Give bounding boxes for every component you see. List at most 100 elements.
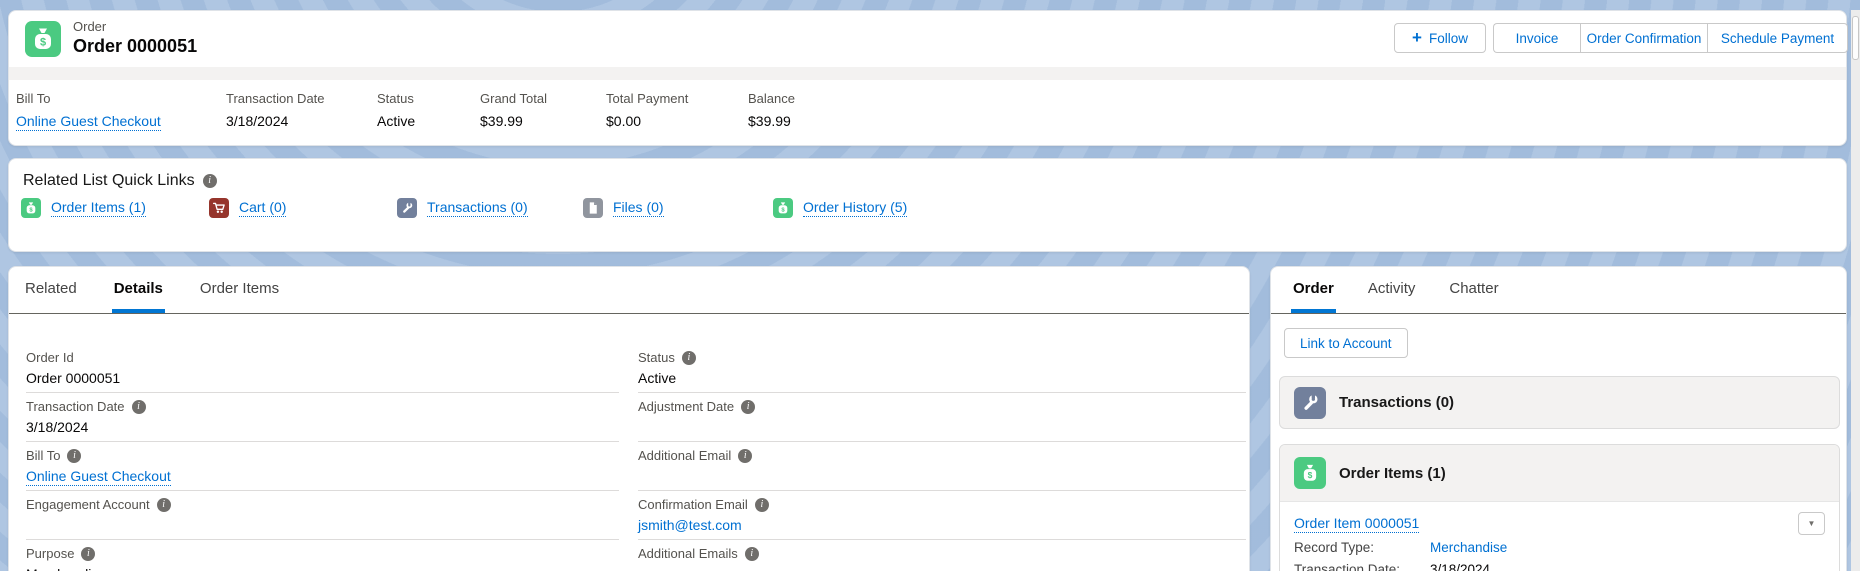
field-label: Purpose (26, 546, 74, 561)
field-value: Merchandise (26, 566, 619, 571)
order-header-card: $ Order Order 0000051 Follow Invoice Ord… (8, 10, 1847, 146)
field-engagement-account: Engagement Account (26, 491, 619, 540)
transactions-card-title: Transactions (0) (1339, 394, 1454, 411)
order-items-icon: $ (1294, 457, 1326, 489)
row-label: Transaction Date: (1294, 562, 1430, 571)
order-items-link[interactable]: Order Items (1) (51, 199, 146, 217)
sidebar-card: Order Activity Chatter Link to Account T… (1270, 266, 1847, 571)
highlight-bill-to: Bill To Online Guest Checkout (16, 91, 161, 129)
info-icon[interactable] (203, 174, 217, 188)
order-record-page: { "colors": { "accent_blue": "#0176d3", … (0, 0, 1860, 571)
field-purpose: Purpose Merchandise (26, 540, 619, 571)
order-items-card-header[interactable]: $ Order Items (1) (1280, 445, 1839, 502)
field-transaction-date: Transaction Date 3/18/2024 (26, 393, 619, 442)
info-icon[interactable] (741, 400, 755, 414)
invoice-button[interactable]: Invoice (1493, 23, 1580, 53)
quick-link-order-items: $ Order Items (1) (21, 197, 146, 219)
files-link[interactable]: Files (0) (613, 199, 664, 217)
tab-order-items[interactable]: Order Items (198, 266, 281, 313)
cart-link[interactable]: Cart (0) (239, 199, 286, 217)
vertical-scrollbar[interactable] (1851, 10, 1860, 571)
follow-button[interactable]: Follow (1394, 23, 1486, 53)
field-value: 3/18/2024 (26, 419, 619, 435)
info-icon[interactable] (157, 498, 171, 512)
field-value: Order 0000051 (26, 370, 619, 386)
order-item-tile: Order Item 0000051 Record Type: Merchand… (1280, 502, 1839, 571)
highlight-status: Status Active (377, 91, 415, 129)
highlight-grand-total: Grand Total $39.99 (480, 91, 547, 129)
tab-related[interactable]: Related (23, 266, 79, 313)
related-list-quick-links-card: Related List Quick Links $ Order Items (… (8, 158, 1847, 252)
link-to-account-button[interactable]: Link to Account (1284, 328, 1408, 358)
transactions-icon (397, 198, 417, 218)
highlight-label: Transaction Date (226, 91, 325, 106)
quick-link-cart: Cart (0) (209, 197, 286, 219)
svg-text:$: $ (40, 37, 46, 49)
highlight-value: Active (377, 113, 415, 129)
highlight-value: $0.00 (606, 113, 688, 129)
info-icon[interactable] (738, 449, 752, 463)
quick-link-transactions: Transactions (0) (397, 197, 528, 219)
cart-icon (209, 198, 229, 218)
transactions-related-card[interactable]: Transactions (0) (1279, 376, 1840, 429)
tab-chatter[interactable]: Chatter (1447, 266, 1500, 313)
field-label: Additional Email (638, 448, 731, 463)
order-items-icon: $ (21, 198, 41, 218)
highlight-label: Status (377, 91, 415, 106)
sidebar-tabs: Order Activity Chatter (1271, 267, 1846, 314)
order-history-link[interactable]: Order History (5) (803, 199, 907, 217)
confirmation-email-link[interactable]: jsmith@test.com (638, 517, 742, 533)
highlight-label: Balance (748, 91, 795, 106)
field-label: Additional Emails (638, 546, 738, 561)
info-icon[interactable] (81, 547, 95, 561)
highlight-balance: Balance $39.99 (748, 91, 795, 129)
info-icon[interactable] (755, 498, 769, 512)
order-icon: $ (25, 21, 61, 57)
field-label: Order Id (26, 350, 74, 365)
info-icon[interactable] (67, 449, 81, 463)
quick-link-order-history: $ Order History (5) (773, 197, 907, 219)
highlight-value: $39.99 (748, 113, 795, 129)
field-label: Confirmation Email (638, 497, 748, 512)
record-type-value: Merchandise (1430, 540, 1507, 555)
highlight-label: Grand Total (480, 91, 547, 106)
field-label: Engagement Account (26, 497, 150, 512)
field-label: Status (638, 350, 675, 365)
bill-to-link[interactable]: Online Guest Checkout (16, 113, 161, 131)
highlight-total-payment: Total Payment $0.00 (606, 91, 688, 129)
order-item-row-transaction-date: Transaction Date: 3/18/2024 (1294, 562, 1839, 571)
tab-activity[interactable]: Activity (1366, 266, 1418, 313)
highlight-value: 3/18/2024 (226, 113, 325, 129)
field-label: Transaction Date (26, 399, 125, 414)
bill-to-detail-link[interactable]: Online Guest Checkout (26, 468, 171, 486)
info-icon[interactable] (745, 547, 759, 561)
svg-text:$: $ (1308, 470, 1313, 480)
page-title: Order 0000051 (73, 36, 197, 57)
field-additional-email: Additional Email (638, 442, 1246, 491)
info-icon[interactable] (682, 351, 696, 365)
order-items-related-card: $ Order Items (1) Order Item 0000051 Rec… (1279, 444, 1840, 571)
order-confirmation-button[interactable]: Order Confirmation (1580, 23, 1707, 53)
field-order-id: Order Id Order 0000051 (26, 344, 619, 393)
highlight-label: Bill To (16, 91, 161, 106)
highlight-value: $39.99 (480, 113, 547, 129)
order-item-link[interactable]: Order Item 0000051 (1294, 515, 1419, 533)
transaction-date-value: 3/18/2024 (1430, 562, 1490, 571)
info-icon[interactable] (132, 400, 146, 414)
record-tabs: Related Details Order Items (9, 267, 1249, 314)
field-confirmation-email: Confirmation Email jsmith@test.com (638, 491, 1246, 540)
highlight-transaction-date: Transaction Date 3/18/2024 (226, 91, 325, 129)
field-bill-to: Bill To Online Guest Checkout (26, 442, 619, 491)
schedule-payment-button[interactable]: Schedule Payment (1707, 23, 1848, 53)
file-icon (583, 198, 603, 218)
header-action-group: Invoice Order Confirmation Schedule Paym… (1493, 23, 1848, 53)
tab-details[interactable]: Details (112, 266, 165, 313)
tab-order[interactable]: Order (1291, 266, 1336, 313)
transactions-icon (1294, 387, 1326, 419)
chevron-down-icon[interactable] (1798, 512, 1825, 535)
field-label: Bill To (26, 448, 60, 463)
scrollbar-thumb[interactable] (1852, 16, 1859, 60)
entity-label: Order (73, 19, 106, 34)
highlight-label: Total Payment (606, 91, 688, 106)
transactions-link[interactable]: Transactions (0) (427, 199, 528, 217)
